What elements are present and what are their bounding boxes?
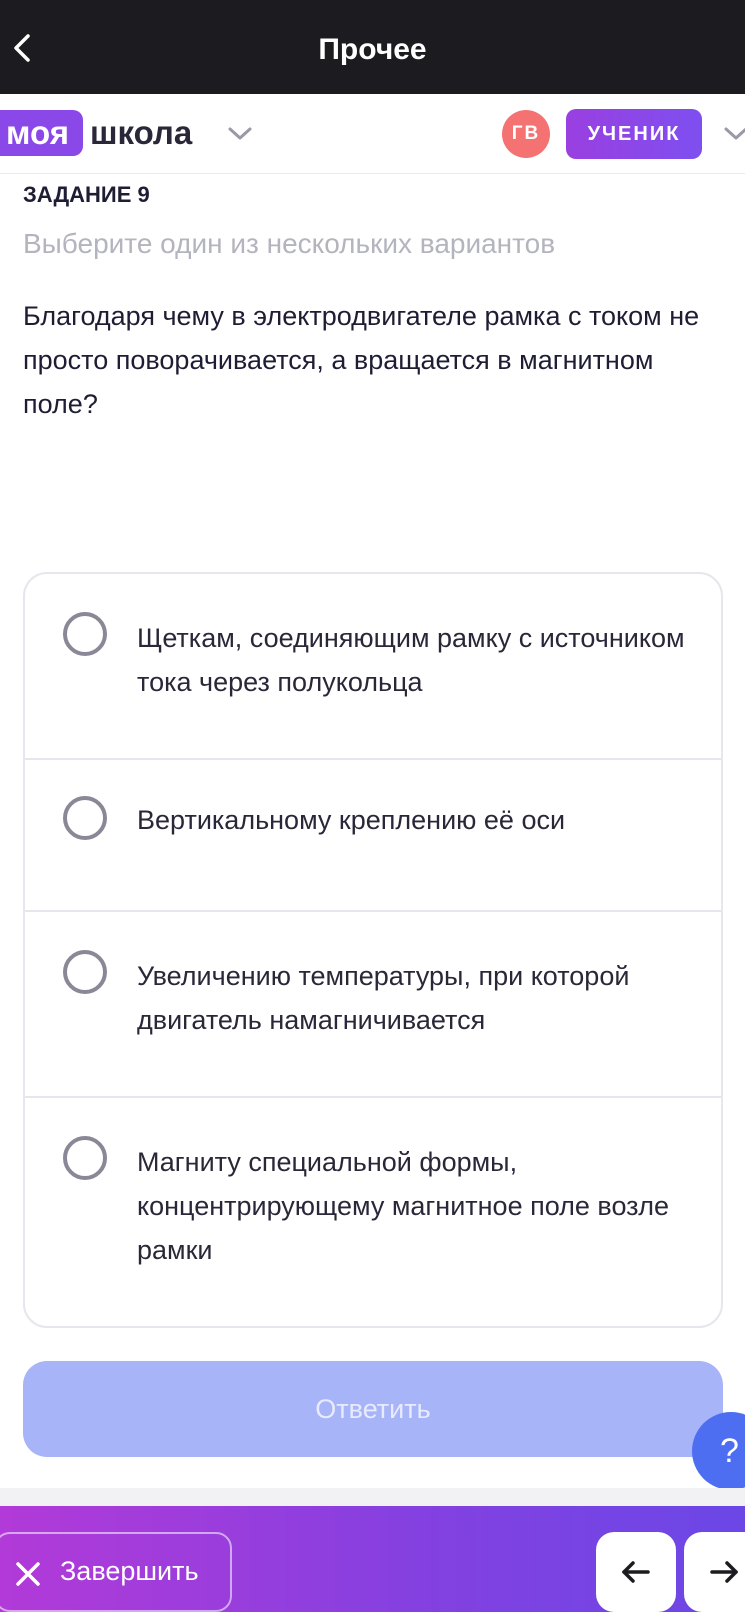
option-3[interactable]: Увеличению температуры, при которой двиг… [25,912,721,1098]
option-label: Вертикальному креплению её оси [137,805,566,835]
chevron-down-icon[interactable] [722,124,745,144]
answer-options: Щеткам, соединяющим рамку с источником т… [23,572,723,1328]
arrow-right-icon [710,1561,738,1583]
bottom-bar: Завершить [0,1506,745,1612]
close-icon [16,1562,40,1586]
page-title: Прочее [318,33,427,66]
option-4[interactable]: Магниту специальной формы, концентрирующ… [25,1098,721,1326]
radio-button[interactable] [63,1136,107,1180]
task-hint: Выберите один из нескольких вариантов [23,228,556,259]
answer-button[interactable]: Ответить [23,1361,723,1457]
school-logo-part2[interactable]: школа [90,110,192,156]
next-task-button[interactable] [684,1532,745,1612]
top-app-bar: Прочее [0,0,745,94]
option-2[interactable]: Вертикальному креплению её оси [25,760,721,912]
option-1[interactable]: Щеткам, соединяющим рамку с источником т… [25,574,721,760]
option-label: Щеткам, соединяющим рамку с источником т… [137,623,685,697]
question-text: Благодаря чему в электродвигателе рамка … [23,301,700,419]
school-logo-part1[interactable]: моя [0,110,83,156]
option-label: Увеличению температуры, при которой двиг… [137,961,630,1035]
finish-label: Завершить [60,1556,199,1586]
previous-task-button[interactable] [596,1532,676,1612]
option-label: Магниту специальной формы, концентрирующ… [137,1147,669,1265]
chevron-down-icon[interactable] [226,124,254,144]
radio-button[interactable] [63,950,107,994]
avatar[interactable]: ГВ [502,110,550,158]
finish-button[interactable]: Завершить [0,1532,232,1612]
radio-button[interactable] [63,612,107,656]
role-badge[interactable]: УЧЕНИК [566,109,702,159]
task-label: ЗАДАНИЕ 9 [23,182,150,207]
divider [0,1488,745,1506]
arrow-left-icon [622,1561,650,1583]
school-header: моя школа ГВ УЧЕНИК [0,94,745,174]
radio-button[interactable] [63,796,107,840]
